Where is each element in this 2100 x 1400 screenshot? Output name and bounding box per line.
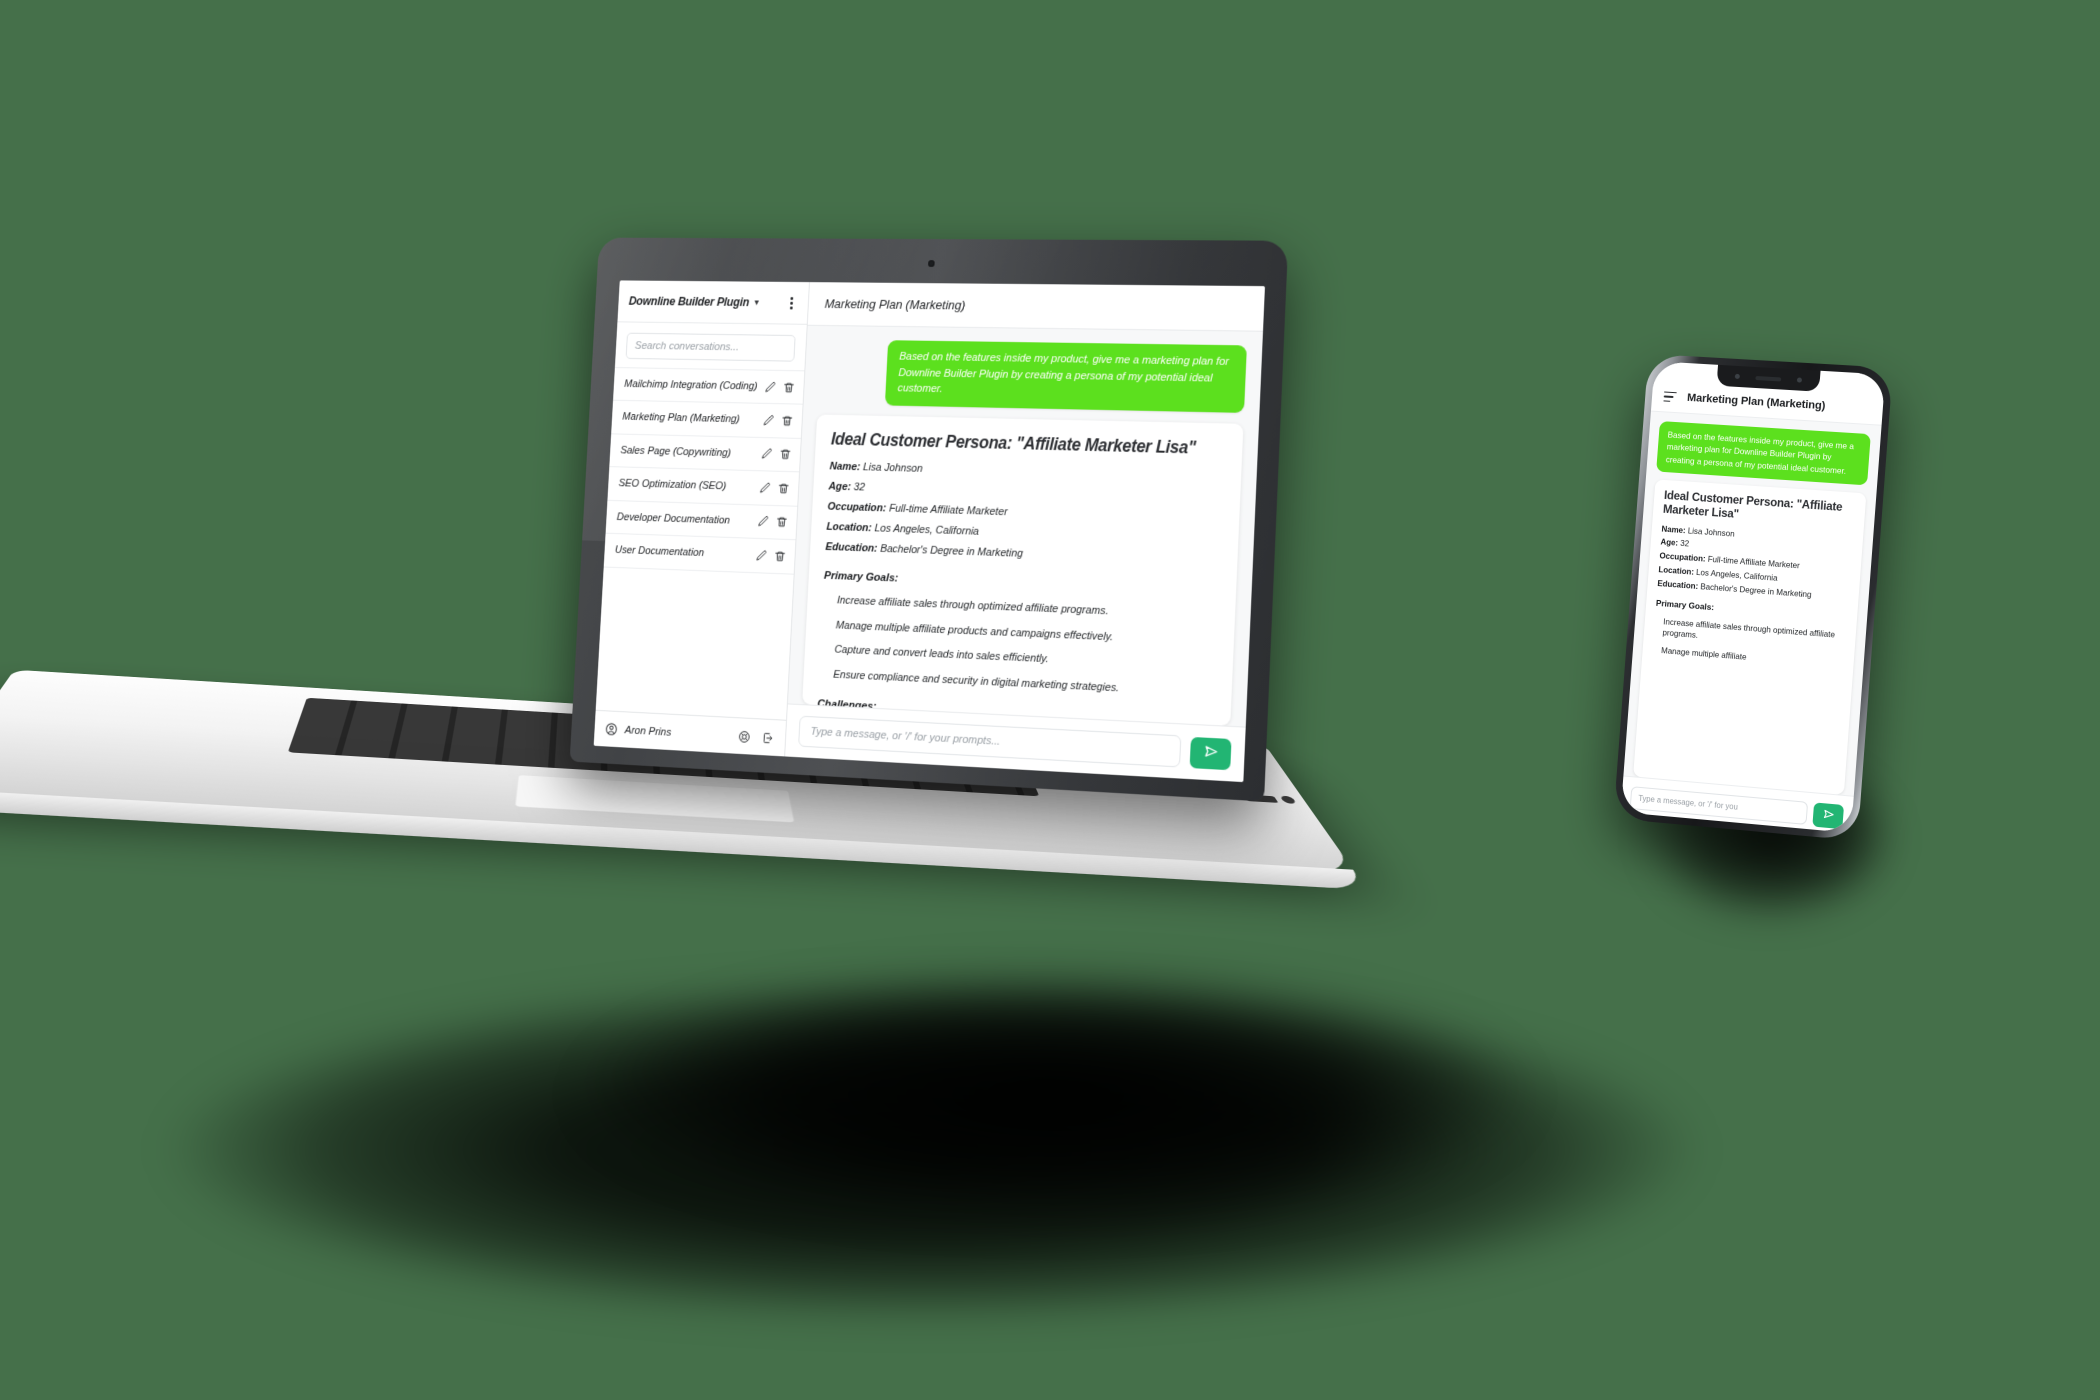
- pencil-icon[interactable]: [761, 448, 773, 461]
- laptop-trackpad: [514, 774, 795, 823]
- chat-thread: Based on the features inside my product,…: [787, 325, 1263, 727]
- persona-field-value: 32: [853, 481, 866, 494]
- sidebar: Downline Builder Plugin ▾ Mailchimp Inte…: [593, 280, 810, 757]
- phone-message-input[interactable]: [1629, 786, 1809, 825]
- laptop-port-round: [1279, 795, 1297, 804]
- page-title: Marketing Plan (Marketing): [824, 296, 966, 313]
- user-circle-icon[interactable]: [605, 722, 619, 737]
- conversation-label: Marketing Plan (Marketing): [622, 411, 741, 426]
- send-paper-plane-icon: [1821, 807, 1835, 824]
- device-drop-shadow: [430, 930, 1680, 1260]
- search-container: [615, 322, 807, 370]
- conversation-item[interactable]: User Documentation: [603, 533, 796, 575]
- phone-screen: Marketing Plan (Marketing) Based on the …: [1620, 361, 1886, 834]
- conversation-item[interactable]: Sales Page (Copywriting): [609, 434, 801, 473]
- persona-field-value: Lisa Johnson: [862, 461, 923, 476]
- conversation-label: User Documentation: [614, 544, 705, 559]
- pencil-icon[interactable]: [755, 549, 767, 562]
- trash-icon[interactable]: [783, 381, 795, 394]
- phone-persona-field-key: Education:: [1657, 578, 1699, 591]
- main-header: Marketing Plan (Marketing): [807, 282, 1265, 332]
- phone-persona-field-key: Age:: [1660, 537, 1679, 548]
- persona-field-value: Los Angeles, California: [874, 522, 980, 538]
- phone-persona-field-value: Lisa Johnson: [1687, 526, 1735, 539]
- chat-application: Downline Builder Plugin ▾ Mailchimp Inte…: [593, 280, 1265, 783]
- send-paper-plane-icon: [1202, 743, 1219, 764]
- conversation-label: Mailchimp Integration (Coding): [623, 378, 758, 393]
- persona-field-key: Age:: [828, 481, 852, 494]
- phone-persona-field-key: Location:: [1658, 565, 1695, 577]
- trash-icon[interactable]: [774, 550, 786, 563]
- chevron-down-icon[interactable]: ▾: [754, 298, 759, 308]
- conversation-item[interactable]: Mailchimp Integration (Coding): [613, 367, 805, 405]
- conversation-label: Sales Page (Copywriting): [620, 444, 732, 459]
- phone-assistant-response-card: Ideal Customer Persona: "Affiliate Marke…: [1633, 479, 1867, 795]
- webcam-icon: [928, 260, 935, 267]
- trash-icon[interactable]: [779, 448, 791, 461]
- conversation-label: Developer Documentation: [616, 511, 731, 527]
- assistant-response-card: Ideal Customer Persona: "Affiliate Marke…: [802, 414, 1244, 726]
- persona-field-key: Location:: [826, 520, 873, 534]
- laptop-mockup: Downline Builder Plugin ▾ Mailchimp Inte…: [0, 175, 1368, 890]
- pencil-icon[interactable]: [763, 414, 775, 427]
- persona-field-value: Full-time Affiliate Marketer: [888, 502, 1008, 519]
- kebab-menu-icon[interactable]: [786, 294, 798, 312]
- life-buoy-icon[interactable]: [738, 729, 751, 743]
- trash-icon[interactable]: [778, 482, 790, 495]
- phone-page-title: Marketing Plan (Marketing): [1686, 391, 1826, 413]
- laptop-lid: Downline Builder Plugin ▾ Mailchimp Inte…: [569, 237, 1289, 802]
- pencil-icon[interactable]: [759, 482, 771, 495]
- search-input[interactable]: [625, 332, 796, 362]
- phone-persona-field-value: 32: [1679, 539, 1690, 549]
- main-panel: Marketing Plan (Marketing) Based on the …: [785, 282, 1265, 783]
- persona-field-key: Name:: [829, 461, 861, 474]
- persona-field-key: Education:: [825, 540, 878, 555]
- response-heading: Ideal Customer Persona: "Affiliate Marke…: [830, 429, 1197, 458]
- persona-field-key: Occupation:: [827, 500, 887, 515]
- project-title[interactable]: Downline Builder Plugin: [628, 295, 749, 309]
- trash-icon[interactable]: [776, 516, 788, 529]
- logout-icon[interactable]: [762, 731, 775, 745]
- trash-icon[interactable]: [781, 415, 793, 428]
- conversation-list: Mailchimp Integration (Coding) Marketing…: [595, 366, 805, 720]
- phone-chat-thread: Based on the features inside my product,…: [1623, 411, 1882, 796]
- sidebar-header: Downline Builder Plugin ▾: [617, 280, 810, 325]
- phone-mockup: Marketing Plan (Marketing) Based on the …: [1613, 353, 1893, 841]
- message-input[interactable]: [798, 715, 1182, 768]
- conversation-item[interactable]: Marketing Plan (Marketing): [611, 400, 803, 439]
- phone-user-message-bubble: Based on the features inside my product,…: [1656, 421, 1871, 486]
- phone-persona-field-key: Name:: [1661, 524, 1687, 535]
- laptop-screen: Downline Builder Plugin ▾ Mailchimp Inte…: [593, 280, 1265, 783]
- user-message-bubble: Based on the features inside my product,…: [885, 340, 1247, 413]
- phone-response-heading: Ideal Customer Persona: "Affiliate Marke…: [1662, 489, 1843, 521]
- hamburger-menu-icon[interactable]: [1663, 391, 1677, 403]
- pencil-icon[interactable]: [757, 515, 769, 528]
- persona-field-value: Bachelor's Degree in Marketing: [879, 542, 1024, 560]
- phone-send-button[interactable]: [1812, 801, 1845, 829]
- conversation-label: SEO Optimization (SEO): [618, 477, 727, 493]
- pencil-icon[interactable]: [764, 381, 776, 394]
- phone-persona-field-key: Occupation:: [1659, 551, 1706, 564]
- send-button[interactable]: [1189, 736, 1232, 770]
- user-name: Aron Prins: [624, 724, 672, 739]
